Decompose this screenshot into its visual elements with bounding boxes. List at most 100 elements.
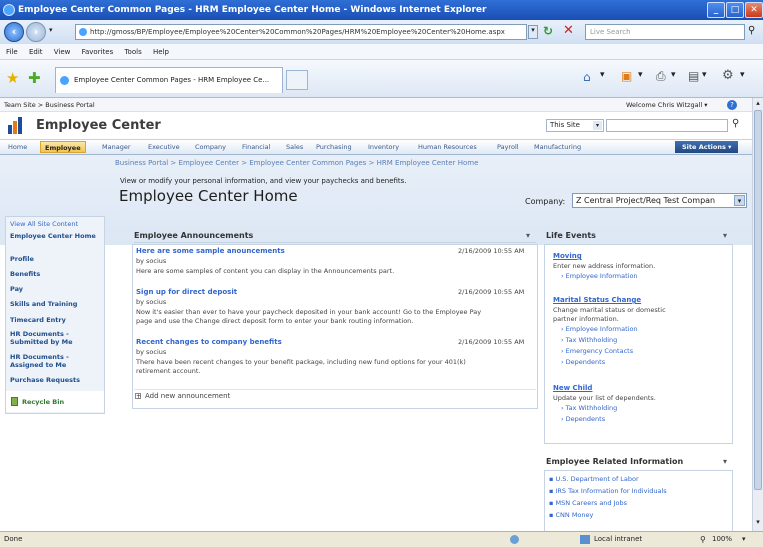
- global-breadcrumb[interactable]: Team Site > Business Portal: [4, 98, 95, 112]
- back-button[interactable]: ‹: [4, 22, 24, 42]
- ql-hr-docs-assigned[interactable]: HR Documents - Assigned to Me: [10, 353, 100, 369]
- scroll-thumb[interactable]: [754, 110, 762, 490]
- nav-employee[interactable]: Employee: [40, 141, 86, 153]
- nav-sales[interactable]: Sales: [286, 140, 303, 154]
- nav-payroll[interactable]: Payroll: [497, 140, 519, 154]
- nav-executive[interactable]: Executive: [148, 140, 180, 154]
- refresh-icon[interactable]: ↻: [543, 24, 553, 38]
- forward-button[interactable]: ›: [26, 22, 46, 42]
- new-tab-button[interactable]: [286, 70, 308, 90]
- nav-purchasing[interactable]: Purchasing: [316, 140, 352, 154]
- related-link[interactable]: ▪ IRS Tax Information for Individuals: [549, 487, 667, 495]
- chevron-down-icon[interactable]: ▾: [671, 70, 676, 80]
- ql-employee-center-home[interactable]: Employee Center Home: [10, 232, 100, 240]
- ql-skills-training[interactable]: Skills and Training: [10, 300, 77, 308]
- menu-edit[interactable]: Edit: [29, 48, 43, 56]
- close-window-button[interactable]: ✕: [745, 2, 763, 18]
- chevron-down-icon[interactable]: ▾: [638, 70, 643, 80]
- nav-home[interactable]: Home: [8, 140, 27, 154]
- nav-manufacturing[interactable]: Manufacturing: [534, 140, 581, 154]
- vertical-scrollbar[interactable]: ▴ ▾: [752, 98, 763, 531]
- ql-profile[interactable]: Profile: [10, 255, 34, 263]
- page-title: Employee Center Home: [119, 187, 298, 205]
- marital-dependents-link[interactable]: › Dependents: [561, 358, 605, 366]
- nav-financial[interactable]: Financial: [242, 140, 270, 154]
- moving-employee-info-link[interactable]: › Employee Information: [561, 272, 638, 280]
- marital-employee-info-link[interactable]: › Employee Information: [561, 325, 638, 333]
- menu-view[interactable]: View: [54, 48, 71, 56]
- nav-human-resources[interactable]: Human Resources: [418, 140, 477, 154]
- marital-tax-link[interactable]: › Tax Withholding: [561, 336, 617, 344]
- company-select[interactable]: Z Central Project/Req Test Compan ▾: [572, 193, 747, 208]
- home-icon[interactable]: ⌂: [583, 70, 591, 84]
- webpart-menu-icon[interactable]: ▾: [723, 457, 727, 466]
- chevron-down-icon[interactable]: ▾: [742, 532, 746, 547]
- scroll-down-icon[interactable]: ▾: [754, 518, 762, 528]
- announcements-title[interactable]: Employee Announcements: [134, 231, 253, 240]
- page-menu-icon[interactable]: ▤: [688, 69, 699, 83]
- related-link[interactable]: ▪ MSN Careers and Jobs: [549, 499, 627, 507]
- page-breadcrumb[interactable]: Business Portal > Employee Center > Empl…: [115, 159, 478, 167]
- ql-pay[interactable]: Pay: [10, 285, 23, 293]
- chevron-down-icon[interactable]: ▾: [702, 70, 707, 80]
- nav-company[interactable]: Company: [195, 140, 226, 154]
- child-dependents-link[interactable]: › Dependents: [561, 415, 605, 423]
- ql-purchase-requests[interactable]: Purchase Requests: [10, 376, 80, 384]
- search-icon[interactable]: ⚲: [748, 25, 755, 36]
- chevron-down-icon[interactable]: ▾: [740, 70, 745, 80]
- related-link[interactable]: ▪ CNN Money: [549, 511, 593, 519]
- announcement-title[interactable]: Recent changes to company benefits: [136, 338, 282, 346]
- search-scope-value: This Site: [550, 121, 580, 129]
- webpart-menu-icon[interactable]: ▾: [526, 231, 530, 240]
- menu-tools[interactable]: Tools: [124, 48, 141, 56]
- window-title-bar[interactable]: Employee Center Common Pages - HRM Emplo…: [0, 0, 763, 20]
- tools-gear-icon[interactable]: ⚙: [722, 68, 734, 83]
- feeds-icon[interactable]: ▣: [621, 69, 632, 83]
- stop-icon[interactable]: ✕: [563, 23, 574, 38]
- maximize-button[interactable]: □: [726, 2, 744, 18]
- nav-inventory[interactable]: Inventory: [368, 140, 399, 154]
- marital-status-link[interactable]: Marital Status Change: [553, 296, 641, 304]
- menu-file[interactable]: File: [6, 48, 18, 56]
- welcome-menu[interactable]: Welcome Chris Witzgall ▾: [626, 98, 708, 112]
- announcement-title[interactable]: Here are some sample anouncements: [136, 247, 285, 255]
- ql-timecard-entry[interactable]: Timecard Entry: [10, 316, 66, 324]
- address-input[interactable]: http://gmoss/BP/Employee/Employee%20Cent…: [75, 24, 527, 40]
- browser-tab[interactable]: Employee Center Common Pages - HRM Emplo…: [55, 67, 283, 93]
- announcement-title[interactable]: Sign up for direct deposit: [136, 288, 237, 296]
- menu-favorites[interactable]: Favorites: [82, 48, 114, 56]
- minimize-button[interactable]: _: [707, 2, 725, 18]
- status-text: Done: [4, 535, 23, 543]
- ql-recycle-bin[interactable]: Recycle Bin: [22, 398, 64, 406]
- moving-link[interactable]: Moving: [553, 252, 582, 260]
- favorites-star-icon[interactable]: ★: [6, 69, 19, 87]
- view-all-content-link[interactable]: View All Site Content: [10, 220, 78, 228]
- nav-manager[interactable]: Manager: [102, 140, 131, 154]
- related-link[interactable]: ▪ U.S. Department of Labor: [549, 475, 639, 483]
- scroll-up-icon[interactable]: ▴: [754, 99, 762, 109]
- related-info-title[interactable]: Employee Related Information: [546, 457, 683, 466]
- ql-benefits[interactable]: Benefits: [10, 270, 40, 278]
- new-child-link[interactable]: New Child: [553, 384, 592, 392]
- life-events-title[interactable]: Life Events: [546, 231, 596, 240]
- add-announcement-link[interactable]: Add new announcement: [145, 392, 230, 400]
- site-actions-button[interactable]: Site Actions ▾: [675, 141, 739, 153]
- site-search-input[interactable]: [606, 119, 728, 132]
- dropdown-icon[interactable]: ▾: [49, 26, 53, 34]
- marital-emergency-link[interactable]: › Emergency Contacts: [561, 347, 633, 355]
- chevron-down-icon[interactable]: ▾: [600, 70, 605, 80]
- menu-help[interactable]: Help: [153, 48, 169, 56]
- life-events-webpart: Life Events ▾ Moving Enter new address i…: [543, 226, 733, 446]
- address-dropdown-icon[interactable]: ▾: [528, 25, 538, 39]
- print-icon[interactable]: ⎙: [656, 69, 666, 84]
- ql-hr-docs-submitted[interactable]: HR Documents - Submitted by Me: [10, 330, 100, 346]
- add-favorites-icon[interactable]: ✚: [28, 69, 41, 87]
- child-tax-link[interactable]: › Tax Withholding: [561, 404, 617, 412]
- help-icon[interactable]: ?: [727, 100, 737, 110]
- zoom-level[interactable]: 100%: [712, 532, 732, 547]
- search-input[interactable]: Live Search: [585, 24, 745, 40]
- search-scope-select[interactable]: This Site ▾: [546, 119, 604, 132]
- site-search-icon[interactable]: ⚲: [732, 118, 739, 129]
- webpart-menu-icon[interactable]: ▾: [723, 231, 727, 240]
- site-title[interactable]: Employee Center: [36, 118, 161, 133]
